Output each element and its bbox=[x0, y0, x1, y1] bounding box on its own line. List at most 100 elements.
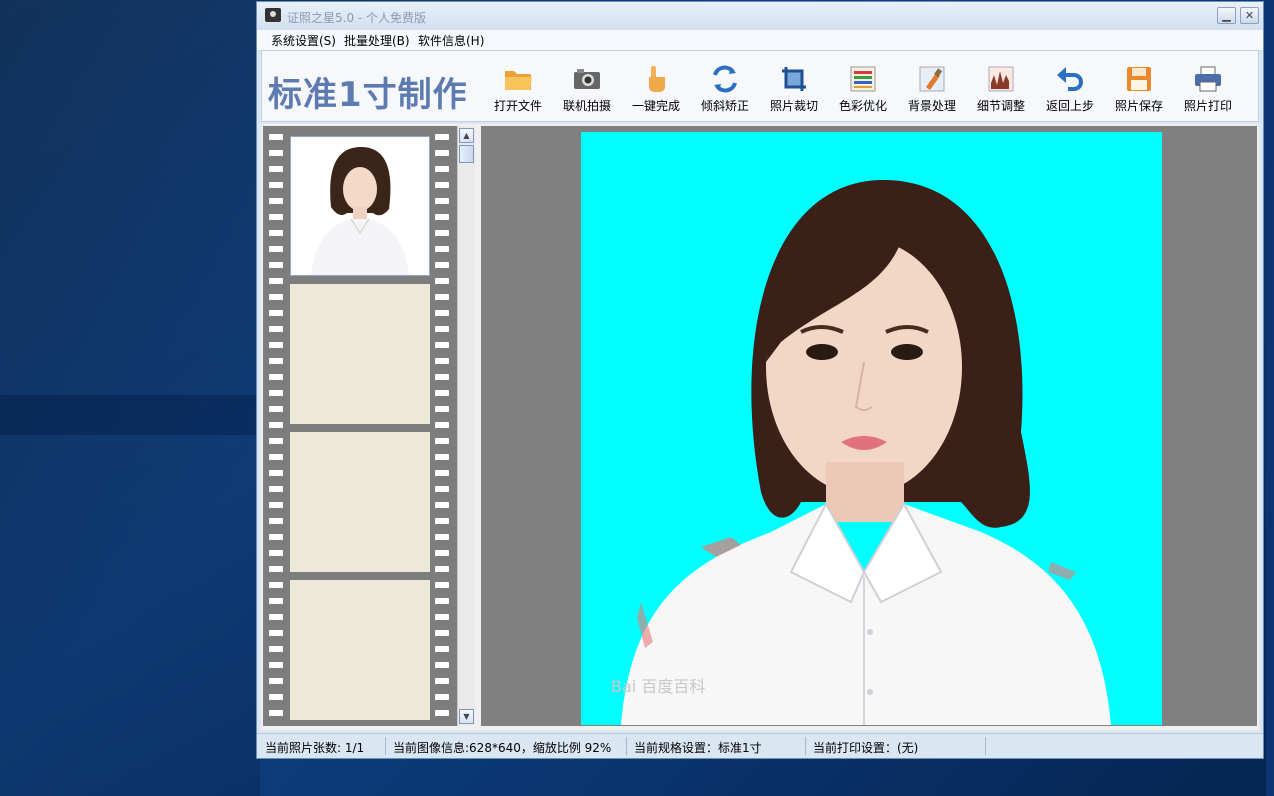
desktop-light-band bbox=[0, 395, 260, 435]
thumbnail-empty[interactable] bbox=[290, 284, 430, 424]
film-sprocket-hole bbox=[435, 582, 449, 588]
camera-app-icon bbox=[265, 8, 281, 22]
film-sprocket-hole bbox=[269, 326, 283, 332]
film-sprocket-hole bbox=[435, 662, 449, 668]
rotate-icon bbox=[713, 65, 737, 93]
status-divider bbox=[385, 737, 386, 755]
scroll-up-icon[interactable]: ▲ bbox=[459, 128, 474, 143]
crop-button[interactable]: 照片裁切 bbox=[760, 57, 828, 119]
film-sprocket-hole bbox=[269, 502, 283, 508]
color-optimize-button[interactable]: 色彩优化 bbox=[829, 57, 897, 119]
folder-icon bbox=[505, 71, 532, 90]
film-sprocket-hole bbox=[435, 470, 449, 476]
film-sprocket-hole bbox=[269, 614, 283, 620]
film-sprocket-hole bbox=[269, 278, 283, 284]
film-sprocket-hole bbox=[269, 182, 283, 188]
film-sprocket-hole bbox=[435, 310, 449, 316]
detail-adjust-button[interactable]: 细节调整 bbox=[967, 57, 1035, 119]
tilt-correct-label: 倾斜矫正 bbox=[700, 99, 749, 113]
film-sprocket-hole bbox=[269, 422, 283, 428]
one-click-label: 一键完成 bbox=[631, 99, 680, 113]
film-sprocket-hole bbox=[269, 310, 283, 316]
floppy-disk-icon bbox=[1127, 67, 1151, 91]
menu-bar: 系统设置(S) 批量处理(B) 软件信息(H) bbox=[257, 30, 1263, 50]
undo-button[interactable]: 返回上步 bbox=[1036, 57, 1104, 119]
film-sprocket-hole bbox=[435, 262, 449, 268]
menu-system-settings[interactable]: 系统设置(S) bbox=[271, 32, 336, 49]
film-sprocket-hole bbox=[435, 550, 449, 556]
film-sprocket-hole bbox=[435, 486, 449, 492]
status-divider bbox=[805, 737, 806, 755]
histogram-icon bbox=[988, 66, 1014, 92]
film-sprocket-hole bbox=[269, 566, 283, 572]
save-photo-button[interactable]: 照片保存 bbox=[1105, 57, 1173, 119]
film-sprocket-hole bbox=[435, 198, 449, 204]
thumbnail-portrait bbox=[291, 137, 429, 275]
thumbnail-selected[interactable] bbox=[290, 136, 430, 276]
camera-capture-button[interactable]: 联机拍摄 bbox=[553, 57, 621, 119]
tilt-correct-button[interactable]: 倾斜矫正 bbox=[691, 57, 759, 119]
detail-adjust-label: 细节调整 bbox=[976, 99, 1025, 113]
film-sprocket-hole bbox=[435, 566, 449, 572]
menu-batch-processing[interactable]: 批量处理(B) bbox=[344, 32, 410, 49]
scroll-down-icon[interactable]: ▼ bbox=[459, 709, 474, 724]
window-title: 证照之星5.0 - 个人免费版 bbox=[287, 11, 427, 25]
undo-icon bbox=[1057, 67, 1083, 91]
film-sprocket-hole bbox=[435, 598, 449, 604]
brush-icon bbox=[919, 66, 945, 92]
film-sprocket-hole bbox=[435, 230, 449, 236]
menu-software-info[interactable]: 软件信息(H) bbox=[418, 32, 484, 49]
print-photo-button[interactable]: 照片打印 bbox=[1174, 57, 1242, 119]
film-sprocket-hole bbox=[269, 166, 283, 172]
thumbnail-empty[interactable] bbox=[290, 580, 430, 720]
save-photo-label: 照片保存 bbox=[1114, 99, 1163, 113]
film-sprocket-hole bbox=[269, 342, 283, 348]
portrait-image: Bai 百度百科 bbox=[581, 132, 1162, 725]
print-photo-label: 照片打印 bbox=[1183, 99, 1232, 113]
film-scrollbar[interactable]: ▲ ▼ bbox=[457, 126, 475, 726]
film-sprocket-hole bbox=[269, 374, 283, 380]
camera-icon bbox=[574, 69, 600, 89]
film-sprocket-hole bbox=[269, 550, 283, 556]
film-sprocket-hole bbox=[435, 406, 449, 412]
film-sprocket-hole bbox=[435, 374, 449, 380]
film-sprocket-hole bbox=[435, 534, 449, 540]
film-sprocket-hole bbox=[269, 662, 283, 668]
film-sprocket-hole bbox=[435, 502, 449, 508]
film-sprocket-hole bbox=[269, 598, 283, 604]
brand-title: 标准1寸制作 bbox=[268, 75, 468, 115]
film-sprocket-hole bbox=[269, 582, 283, 588]
film-sprocket-hole bbox=[269, 486, 283, 492]
title-bar[interactable]: 证照之星5.0 - 个人免费版 ▁ ✕ bbox=[257, 2, 1263, 30]
film-sprocket-hole bbox=[269, 358, 283, 364]
status-divider bbox=[626, 737, 627, 755]
status-image-info: 当前图像信息:628*640，缩放比例 92% bbox=[393, 741, 612, 755]
film-sprocket-hole bbox=[269, 246, 283, 252]
status-bar: 当前照片张数: 1/1 当前图像信息:628*640，缩放比例 92% 当前规格… bbox=[257, 733, 1263, 758]
preview-area: Bai 百度百科 bbox=[481, 126, 1257, 726]
background-process-button[interactable]: 背景处理 bbox=[898, 57, 966, 119]
film-sprocket-hole bbox=[269, 518, 283, 524]
hand-pointer-icon bbox=[649, 66, 665, 92]
film-sprocket-hole bbox=[269, 454, 283, 460]
one-click-button[interactable]: 一键完成 bbox=[622, 57, 690, 119]
film-sprocket-hole bbox=[435, 246, 449, 252]
film-sprocket-hole bbox=[269, 214, 283, 220]
crop-label: 照片裁切 bbox=[769, 99, 818, 113]
toolbar: 标准1寸制作 打开文件 联机拍摄 一键完成 倾斜矫正 照片裁切 色彩优化 背景处… bbox=[261, 50, 1259, 122]
film-strip[interactable] bbox=[263, 126, 457, 726]
preview-photo[interactable]: Bai 百度百科 bbox=[581, 132, 1162, 725]
close-button[interactable]: ✕ bbox=[1240, 7, 1259, 24]
open-file-button[interactable]: 打开文件 bbox=[484, 57, 552, 119]
minimize-button[interactable]: ▁ bbox=[1217, 7, 1236, 24]
film-sprocket-hole bbox=[435, 134, 449, 140]
scroll-thumb[interactable] bbox=[459, 145, 474, 163]
film-sprocket-hole bbox=[435, 278, 449, 284]
status-divider bbox=[985, 737, 986, 755]
film-sprocket-hole bbox=[269, 294, 283, 300]
film-sprocket-hole bbox=[435, 438, 449, 444]
thumbnail-empty[interactable] bbox=[290, 432, 430, 572]
film-sprocket-hole bbox=[269, 438, 283, 444]
status-print: 当前打印设置：(无) bbox=[813, 741, 919, 755]
film-sprocket-hole bbox=[269, 134, 283, 140]
